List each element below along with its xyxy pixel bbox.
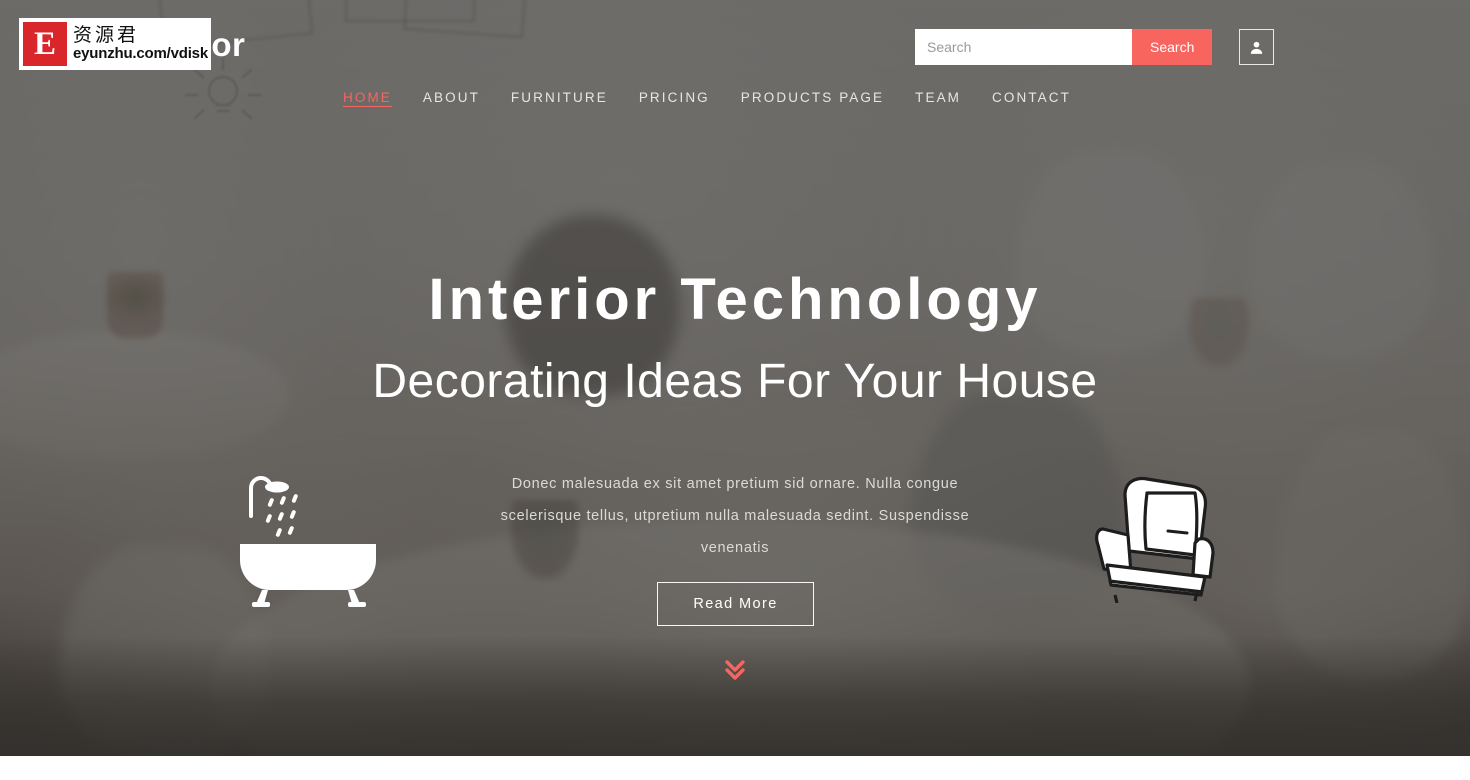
read-more-button[interactable]: Read More — [657, 582, 814, 626]
page-root: Interior Decor HOME ABOUT FURNITURE PRIC… — [0, 0, 1470, 780]
nav-item-furniture[interactable]: FURNITURE — [511, 90, 639, 105]
watermark-text: 资源君 eyunzhu.com/vdisk — [73, 25, 208, 62]
watermark-logo-icon: E — [23, 22, 67, 66]
nav-item-contact[interactable]: CONTACT — [992, 90, 1102, 105]
nav-item-pricing[interactable]: PRICING — [639, 90, 741, 105]
hero-subtitle: Decorating Ideas For Your House — [372, 355, 1098, 408]
watermark-logo-letter: E — [33, 25, 56, 62]
hero-paragraph: Donec malesuada ex sit amet pretium sid … — [500, 476, 970, 556]
page-bottom-strip — [0, 756, 1470, 780]
watermark-chinese-label: 资源君 — [73, 24, 140, 47]
main-navigation: HOME ABOUT FURNITURE PRICING PRODUCTS PA… — [343, 90, 1102, 105]
search-bar: Search — [915, 29, 1213, 65]
site-header: Interior Decor HOME ABOUT FURNITURE PRIC… — [0, 0, 1470, 125]
nav-item-team[interactable]: TEAM — [915, 90, 992, 105]
watermark-overlay: E 资源君 eyunzhu.com/vdisk — [19, 18, 211, 70]
armchair-icon — [1095, 476, 1215, 603]
bathtub-shower-icon — [240, 475, 376, 607]
account-button[interactable] — [1239, 29, 1274, 65]
search-input[interactable] — [915, 29, 1132, 65]
scroll-down-button[interactable] — [722, 655, 748, 683]
user-icon — [1250, 41, 1263, 54]
search-button[interactable]: Search — [1132, 29, 1213, 65]
nav-item-home[interactable]: HOME — [343, 90, 423, 105]
nav-item-about[interactable]: ABOUT — [423, 90, 511, 105]
watermark-url: eyunzhu.com/vdisk — [73, 45, 208, 63]
hero-title: Interior Technology — [428, 267, 1042, 332]
nav-item-products-page[interactable]: PRODUCTS PAGE — [741, 90, 915, 105]
